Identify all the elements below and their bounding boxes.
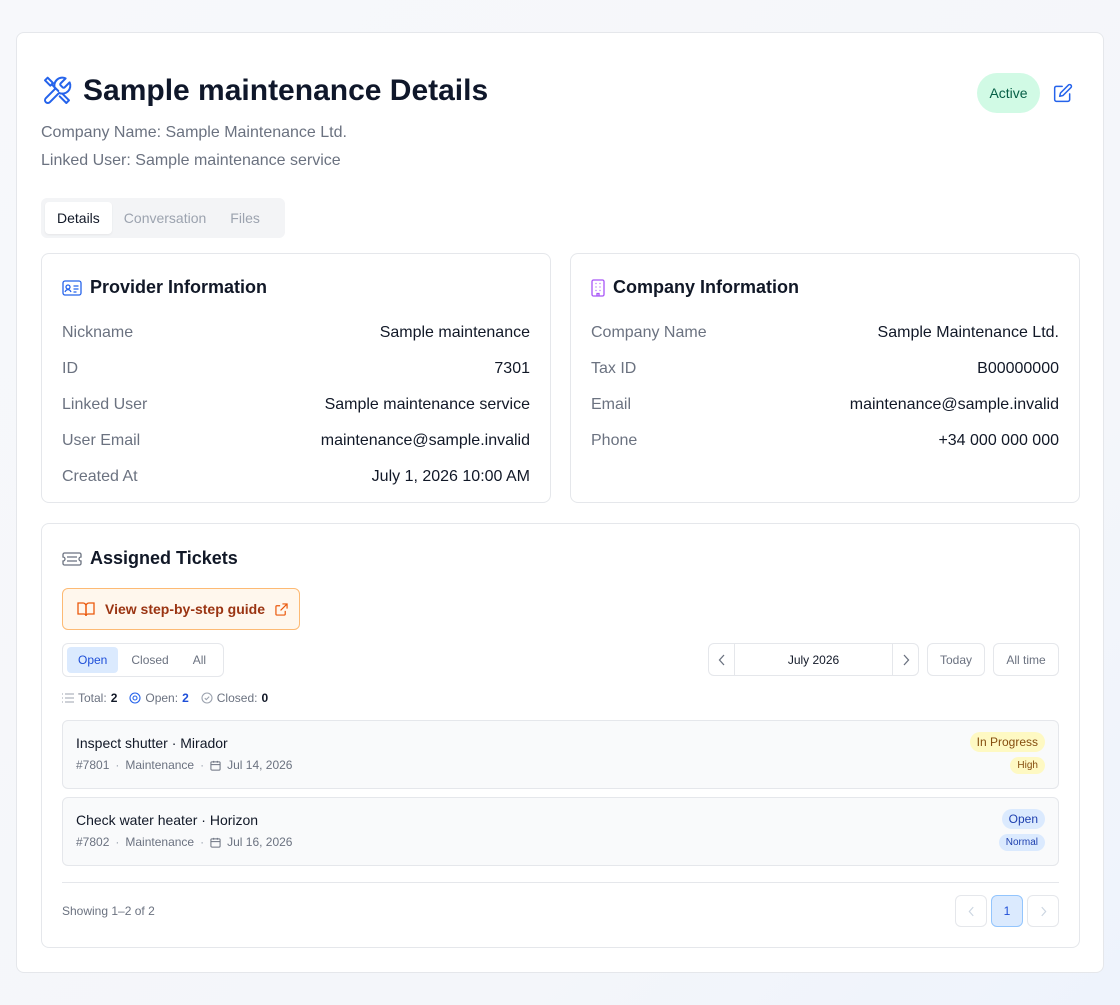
provider-information-title: Provider Information	[90, 277, 268, 297]
filter-all[interactable]: All	[182, 647, 217, 673]
edit-icon[interactable]	[1053, 83, 1073, 103]
provider-row-created-at: Created At July 1, 2026 10:00 AM	[62, 459, 530, 495]
assigned-tickets-card: Assigned Tickets View step-by-step guide…	[41, 523, 1080, 948]
row-value: July 1, 2026 10:00 AM	[371, 468, 530, 485]
tab-files[interactable]: Files	[218, 202, 272, 234]
month-navigator: July 2026	[708, 643, 919, 676]
view-guide-label: View step-by-step guide	[105, 601, 265, 617]
next-month-button[interactable]	[893, 644, 918, 675]
company-row-tax-id: Tax ID B00000000	[591, 351, 1059, 387]
ticket-date: Jul 14, 2026	[227, 758, 293, 772]
details-card: Sample maintenance Details Company Name:…	[16, 32, 1104, 973]
row-value: maintenance@sample.invalid	[320, 432, 530, 449]
provider-row-user-email: User Email maintenance@sample.invalid	[62, 423, 530, 459]
stat-closed: Closed: 0	[201, 691, 268, 705]
ticket-meta: #7801 · Maintenance · Jul 14, 2026	[76, 758, 293, 772]
row-label: Company Name	[591, 324, 707, 341]
provider-row-linked-user: Linked User Sample maintenance service	[62, 387, 530, 423]
all-time-button[interactable]: All time	[993, 643, 1059, 676]
today-button[interactable]: Today	[927, 643, 985, 676]
ticket-priority-badge: Normal	[998, 834, 1045, 851]
row-value: B00000000	[977, 360, 1059, 377]
stat-total-value: 2	[110, 691, 118, 705]
ticket-row[interactable]: Check water heater · Horizon #7802 · Mai…	[62, 797, 1059, 866]
pagination-summary: Showing 1–2 of 2	[62, 904, 155, 918]
stat-total-label: Total:	[78, 691, 107, 705]
prev-month-button[interactable]	[709, 644, 734, 675]
ticket-category: Maintenance	[125, 758, 195, 772]
ticket-title: Check water heater · Horizon	[76, 812, 259, 828]
row-label: Created At	[62, 468, 138, 485]
row-label: User Email	[62, 432, 141, 449]
row-label: ID	[62, 360, 78, 377]
stat-closed-label: Closed:	[216, 691, 258, 705]
row-value: +34 000 000 000	[938, 432, 1059, 449]
building-icon	[591, 278, 605, 297]
book-icon	[77, 601, 95, 617]
pagination: 1	[955, 895, 1059, 927]
row-value: Sample maintenance service	[324, 396, 530, 413]
assigned-tickets-title: Assigned Tickets	[90, 548, 238, 568]
stat-open-value: 2	[182, 691, 189, 705]
calendar-icon	[210, 760, 221, 771]
view-guide-button[interactable]: View step-by-step guide	[62, 588, 300, 630]
row-value: 7301	[494, 360, 530, 377]
company-information-card: Company Information Company Name Sample …	[570, 253, 1080, 503]
tab-bar: Details Conversation Files	[41, 198, 285, 238]
divider	[62, 882, 1059, 883]
ticket-id: #7802	[76, 835, 110, 849]
ticket-priority-badge: High	[1010, 757, 1045, 774]
ticket-meta: #7802 · Maintenance · Jul 16, 2026	[76, 835, 293, 849]
ticket-status-badge: Open	[1001, 809, 1045, 829]
ticket-status-filter: Open Closed All	[62, 643, 224, 677]
company-row-email: Email maintenance@sample.invalid	[591, 387, 1059, 423]
filter-open[interactable]: Open	[67, 647, 119, 673]
row-value: Sample maintenance	[379, 324, 530, 341]
company-row-phone: Phone +34 000 000 000	[591, 423, 1059, 459]
page-title: Sample maintenance Details	[83, 74, 489, 107]
row-label: Tax ID	[591, 360, 637, 377]
row-label: Nickname	[62, 324, 134, 341]
list-icon	[62, 693, 74, 703]
current-month: July 2026	[734, 644, 893, 675]
company-information-title: Company Information	[613, 277, 800, 297]
provider-information-card: Provider Information Nickname Sample mai…	[41, 253, 551, 503]
provider-row-id: ID 7301	[62, 351, 530, 387]
row-label: Email	[591, 396, 632, 413]
calendar-icon	[210, 837, 221, 848]
stat-open: Open: 2	[129, 691, 189, 705]
tab-details[interactable]: Details	[45, 202, 112, 234]
filter-closed[interactable]: Closed	[120, 647, 179, 673]
ticket-stats: Total: 2 Open: 2 Closed: 0	[62, 691, 268, 705]
ticket-id: #7801	[76, 758, 110, 772]
tab-conversation[interactable]: Conversation	[112, 202, 219, 234]
id-card-icon	[62, 279, 82, 296]
row-value: maintenance@sample.invalid	[849, 396, 1059, 413]
status-badge: Active	[977, 73, 1040, 113]
row-value: Sample Maintenance Ltd.	[877, 324, 1059, 341]
check-circle-icon	[201, 692, 213, 704]
prev-page-button[interactable]	[955, 895, 987, 927]
company-name-line: Company Name: Sample Maintenance Ltd.	[41, 124, 347, 141]
linked-user-line: Linked User: Sample maintenance service	[41, 152, 341, 169]
ticket-category: Maintenance	[125, 835, 195, 849]
page-button[interactable]: 1	[991, 895, 1023, 927]
wrench-screwdriver-icon	[41, 75, 73, 107]
row-label: Phone	[591, 432, 638, 449]
external-link-icon	[275, 602, 288, 616]
ticket-title: Inspect shutter · Mirador	[76, 735, 228, 751]
target-icon	[129, 692, 141, 704]
provider-row-nickname: Nickname Sample maintenance	[62, 315, 530, 351]
stat-open-label: Open:	[145, 691, 179, 705]
ticket-row[interactable]: Inspect shutter · Mirador #7801 · Mainte…	[62, 720, 1059, 789]
ticket-icon	[62, 551, 82, 566]
stat-closed-value: 0	[261, 691, 269, 705]
ticket-status-badge: In Progress	[969, 732, 1045, 752]
company-row-name: Company Name Sample Maintenance Ltd.	[591, 315, 1059, 351]
row-label: Linked User	[62, 396, 148, 413]
ticket-date: Jul 16, 2026	[227, 835, 293, 849]
stat-total: Total: 2	[62, 691, 117, 705]
next-page-button[interactable]	[1027, 895, 1059, 927]
